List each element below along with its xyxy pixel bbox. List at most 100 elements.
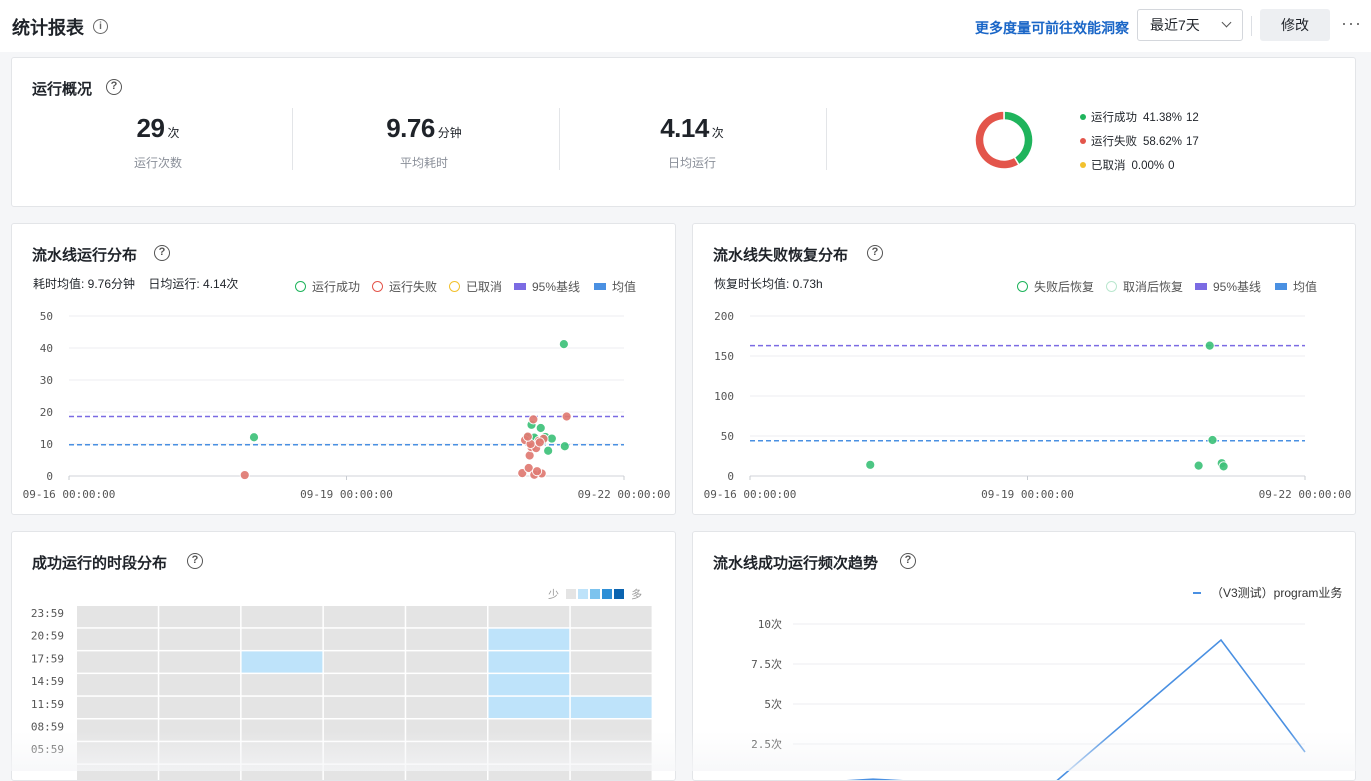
heatmap-cell <box>77 742 158 764</box>
data-point <box>524 450 535 461</box>
y-tick-label: 100 <box>714 390 734 403</box>
divider <box>292 108 293 170</box>
y-tick-label: 23:59 <box>31 607 64 620</box>
heatmap-cell <box>488 742 570 764</box>
date-range-value: 最近7天 <box>1150 17 1200 33</box>
scale-swatch <box>566 589 577 599</box>
heatmap-cell <box>488 674 570 696</box>
success-dot-icon <box>1080 114 1086 120</box>
stat-label: 日均运行 <box>667 156 716 170</box>
run-distribution-plot[interactable]: 0 10 20 30 40 50 09-16 00:00:00 09-19 00:00:00 0… <box>12 224 676 515</box>
legend-more: 多 <box>631 589 643 601</box>
data-point <box>559 441 570 452</box>
heatmap-cell <box>241 606 323 628</box>
data-point <box>546 433 557 444</box>
heatmap-cell <box>323 696 405 718</box>
legend-percent: 41.38% <box>1143 112 1183 124</box>
heatmap-cell <box>488 606 570 628</box>
heatmap-cell <box>77 764 158 780</box>
legend-count: 12 <box>1186 112 1199 124</box>
heatmap-cell <box>159 719 241 741</box>
heatmap-cell <box>159 696 241 718</box>
data-point <box>248 432 260 443</box>
legend-less: 少 <box>548 589 559 601</box>
stat-label: 运行次数 <box>133 156 182 170</box>
trend-line-chart[interactable]: 2.5次 5次 7.5次 10次 <box>693 532 1356 781</box>
heatmap-cell <box>241 764 323 780</box>
legend-name: 已取消 <box>1091 160 1126 172</box>
heatmap-cell <box>570 674 652 696</box>
donut-slice-0 <box>1003 110 1034 166</box>
y-tick-label: 0 <box>727 470 734 483</box>
data-point <box>1207 434 1218 446</box>
help-icon[interactable]: ? <box>106 79 122 95</box>
heatmap-cell <box>570 628 652 650</box>
legend-percent: 0.00% <box>1131 160 1165 172</box>
data-point <box>528 414 539 425</box>
run-status-donut[interactable] <box>969 105 1039 175</box>
heatmap-cell <box>323 742 405 764</box>
heatmap-cell <box>406 764 487 780</box>
recovery-distribution-plot[interactable]: 0 50 100 150 200 09-16 00:00:00 09-19 00:00:00… <box>693 224 1356 515</box>
stat-unit: 分钟 <box>437 126 462 140</box>
data-point <box>535 422 546 434</box>
heatmap-cell <box>488 651 570 673</box>
heatmap-cell <box>159 742 241 764</box>
heatmap-cell <box>241 674 323 696</box>
time-slot-heatmap[interactable]: 23:59 20:59 17:59 14:59 11:59 08:59 05:59 <box>12 532 676 781</box>
x-tick-label: 09-19 00:00:00 <box>981 488 1074 501</box>
overview-card: 运行概况 ? 29 次 运行次数 9.76 分钟 平均耗时 4.14 次 日均运行 运… <box>11 57 1356 207</box>
heatmap-cell <box>241 696 323 718</box>
heatmap-cell <box>241 719 323 741</box>
y-tick-label: 20:59 <box>31 630 64 643</box>
y-tick-label: 2.5次 <box>751 737 782 751</box>
heatmap-cell <box>77 696 158 718</box>
y-tick-label: 30 <box>40 374 53 387</box>
data-point <box>534 437 545 448</box>
info-icon[interactable]: i <box>93 19 108 34</box>
scale-swatch <box>602 589 613 599</box>
divider <box>1251 16 1252 36</box>
divider <box>559 108 560 170</box>
y-tick-label: 11:59 <box>31 698 64 711</box>
heatmap-cell <box>406 606 487 628</box>
heatmap-cell <box>323 719 405 741</box>
page-title: 统计报表 <box>12 18 84 38</box>
data-point <box>1204 340 1215 351</box>
edit-button[interactable]: 修改 <box>1260 9 1330 41</box>
recovery-distribution-card: 流水线失败恢复分布 ? 恢复时长均值: 0.73h 失败后恢复 取消后恢复 95… <box>692 223 1356 515</box>
legend-success[interactable]: 运行成功 41.38% 12 <box>1080 109 1199 125</box>
time-slot-card: 成功运行的时段分布 ? 23:59 20:59 17:59 14:59 11:59 08:… <box>11 531 676 781</box>
date-range-select[interactable]: 最近7天 <box>1137 9 1243 41</box>
data-point <box>1193 460 1204 471</box>
legend-name: 运行成功 <box>1091 112 1137 124</box>
heatmap-cell <box>406 674 487 696</box>
stat-avg-duration: 9.76 分钟 平均耗时 <box>349 113 499 171</box>
y-tick-label: 40 <box>40 342 53 355</box>
heatmap-cell <box>159 674 241 696</box>
heatmap-cell <box>570 696 652 718</box>
data-point <box>865 459 876 470</box>
more-icon[interactable]: ··· <box>1341 13 1362 34</box>
data-point <box>561 411 572 422</box>
heatmap-cell <box>323 606 405 628</box>
heatmap-cell <box>77 606 158 628</box>
stat-value: 29 <box>136 113 165 143</box>
heatmap-cell <box>406 719 487 741</box>
series-line <box>846 638 1306 780</box>
insight-link[interactable]: 更多度量可前往效能洞察 <box>975 18 1129 38</box>
data-point <box>1218 461 1229 472</box>
top-bar: 统计报表 i 更多度量可前往效能洞察 最近7天 修改 ··· <box>0 0 1371 52</box>
heatmap-cell <box>159 628 241 650</box>
y-tick-label: 50 <box>40 310 53 323</box>
heatmap-cell <box>488 628 570 650</box>
data-point <box>522 431 533 442</box>
legend-cancel[interactable]: 已取消 0.00% 0 <box>1080 157 1175 173</box>
stat-unit: 次 <box>167 126 180 140</box>
y-tick-label: 10 <box>40 438 53 451</box>
x-tick-label: 09-16 00:00:00 <box>23 488 116 501</box>
legend-fail[interactable]: 运行失败 58.62% 17 <box>1080 133 1199 149</box>
heatmap-cell <box>406 651 487 673</box>
heatmap-cell <box>159 651 241 673</box>
legend-name: 运行失败 <box>1091 136 1137 148</box>
